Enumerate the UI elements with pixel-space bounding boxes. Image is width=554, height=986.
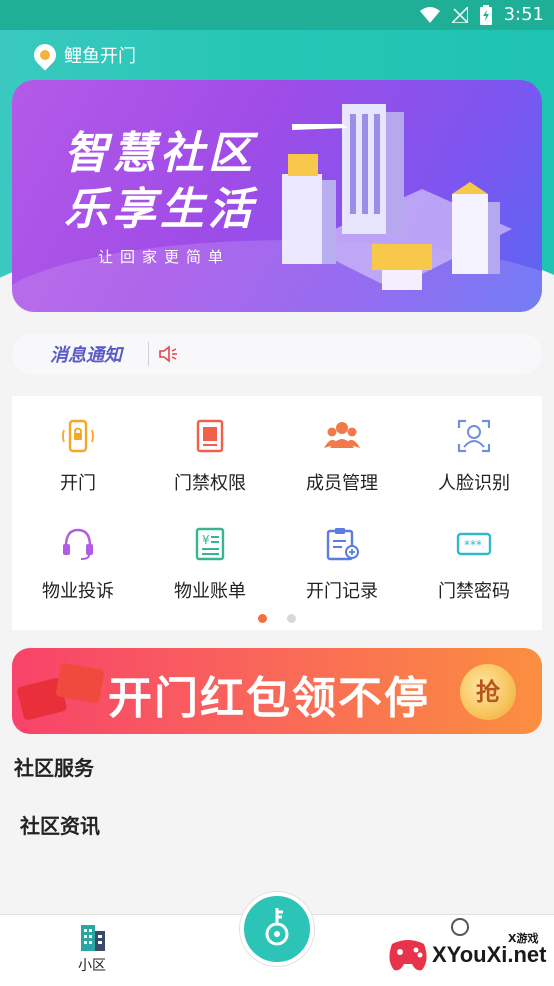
banner-title-line2: 乐享生活 — [64, 184, 256, 235]
section-title-service: 社区服务 — [14, 756, 94, 780]
banner-title-line1: 智慧社区 — [64, 128, 256, 179]
watermark: X游戏 XYouXi.net — [386, 928, 552, 982]
record-icon — [326, 528, 359, 561]
location-pin-icon — [29, 39, 61, 71]
members-icon — [324, 422, 360, 448]
grid-item-property-complaint[interactable]: 物业投诉 — [12, 526, 144, 603]
status-bar: 3:51 — [0, 0, 554, 30]
headset-icon — [63, 528, 93, 560]
status-icons: 3:51 — [419, 4, 544, 25]
location-name: 鲤鱼开门 — [64, 46, 136, 67]
function-grid: 开门 门禁权限 成员管理 人脸识别 物业投诉 ¥ 物业账单 开门记录 *** 门… — [12, 396, 542, 630]
grid-item-door-record[interactable]: 开门记录 — [276, 526, 408, 603]
grid-item-label: 门禁密码 — [438, 581, 510, 602]
grid-item-label: 人脸识别 — [438, 473, 510, 494]
grid-item-member-management[interactable]: 成员管理 — [276, 418, 408, 495]
grid-item-label: 开门 — [60, 473, 96, 494]
promo-text: 开门红包领不停 — [108, 673, 430, 724]
password-icon: *** — [456, 532, 492, 556]
nav-item-community[interactable]: 小区 — [72, 919, 112, 975]
battery-icon — [479, 4, 492, 25]
face-scan-icon — [457, 419, 491, 453]
grid-item-label: 成员管理 — [306, 473, 378, 494]
notice-label: 消息通知 — [50, 345, 122, 366]
banner[interactable]: 智慧社区 乐享生活 让回家更简单 — [12, 80, 542, 312]
grid-item-face-recognition[interactable]: 人脸识别 — [408, 418, 540, 495]
building-icon — [81, 925, 105, 951]
grid-item-label: 物业投诉 — [42, 581, 114, 602]
speaker-icon — [159, 345, 177, 363]
grab-button[interactable]: 抢 — [460, 664, 516, 720]
location-selector[interactable]: 鲤鱼开门 — [29, 39, 136, 71]
bill-icon: ¥ — [195, 527, 225, 561]
banner-title: 智慧社区 乐享生活 — [64, 126, 256, 238]
gamepad-logo-icon — [389, 940, 427, 971]
grid-item-open-door[interactable]: 开门 — [12, 418, 144, 495]
grid-item-door-password[interactable]: *** 门禁密码 — [408, 526, 540, 603]
notice-bar[interactable]: 消息通知 — [12, 333, 542, 375]
grid-item-property-bill[interactable]: ¥ 物业账单 — [144, 526, 276, 603]
open-door-key-button[interactable] — [240, 892, 314, 966]
grid-pagination — [258, 614, 296, 623]
grid-item-label: 开门记录 — [306, 581, 378, 602]
no-signal-icon — [451, 6, 468, 23]
nav-item-label: 小区 — [78, 958, 106, 974]
city-illustration — [282, 104, 512, 290]
key-icon — [265, 908, 289, 946]
banner-subtitle: 让回家更简单 — [98, 248, 231, 266]
wifi-icon — [419, 6, 440, 23]
grid-item-access-permission[interactable]: 门禁权限 — [144, 418, 276, 495]
pagination-dot-active[interactable] — [258, 614, 267, 623]
section-title-news: 社区资讯 — [20, 814, 100, 838]
svg-text:¥: ¥ — [202, 533, 210, 547]
red-envelope-icon — [55, 662, 105, 704]
pagination-dot[interactable] — [287, 614, 296, 623]
watermark-text: XYouXi.net — [432, 942, 547, 967]
door-lock-icon — [62, 419, 94, 453]
svg-text:***: *** — [464, 538, 482, 552]
access-card-icon — [196, 419, 224, 453]
promo-banner[interactable]: 开门红包领不停 抢 — [12, 648, 542, 734]
grid-item-label: 门禁权限 — [174, 473, 246, 494]
notice-divider — [148, 342, 149, 366]
grid-item-label: 物业账单 — [174, 581, 246, 602]
status-time: 3:51 — [503, 4, 544, 25]
